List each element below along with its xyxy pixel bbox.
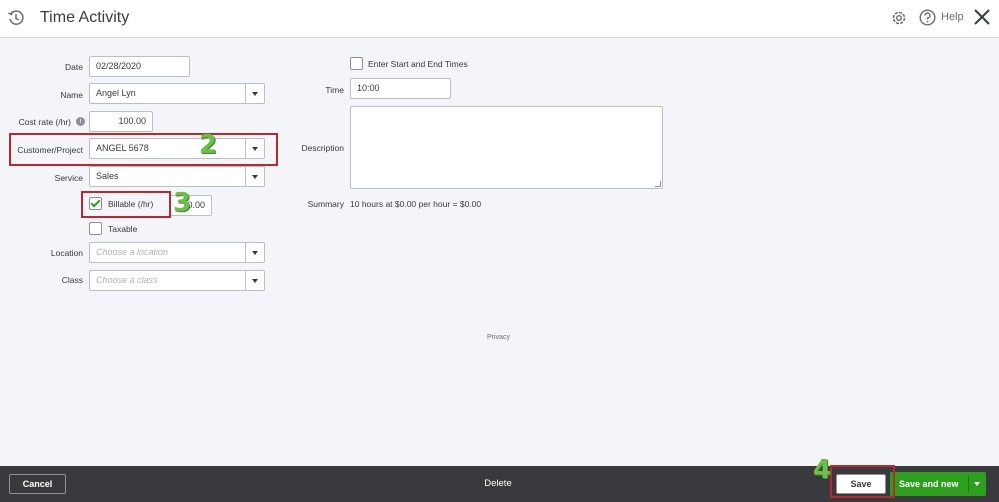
description-textarea[interactable] (350, 106, 663, 189)
gear-icon[interactable] (890, 9, 908, 27)
chevron-down-icon[interactable] (245, 167, 264, 186)
page-title: Time Activity (40, 9, 130, 26)
start-end-times-label: Enter Start and End Times (368, 59, 468, 69)
location-label: Location (50, 248, 83, 258)
chevron-down-icon[interactable] (245, 271, 264, 290)
class-select[interactable]: Choose a class (89, 270, 265, 291)
time-field[interactable]: 10:00 (350, 78, 451, 99)
description-label: Description (301, 143, 344, 153)
name-label: Name (60, 90, 83, 100)
cost-rate-label: Cost rate (/hr) (18, 117, 71, 127)
name-select[interactable]: Angel Lyn (89, 83, 265, 104)
annotation-step-3: 3 (173, 188, 192, 218)
recent-history-icon[interactable] (7, 9, 25, 27)
service-value: Sales (96, 171, 119, 181)
customer-value: ANGEL 5678 (96, 143, 149, 153)
header: Time Activity Help (0, 0, 999, 38)
cancel-button[interactable]: Cancel (9, 474, 66, 494)
location-placeholder: Choose a location (96, 247, 169, 257)
taxable-checkbox[interactable] (89, 222, 102, 235)
time-label: Time (325, 85, 344, 95)
help-link[interactable]: Help (941, 11, 964, 23)
customer-select[interactable]: ANGEL 5678 (89, 138, 265, 159)
summary-label: Summary (307, 199, 344, 209)
save-and-new-label: Save and new (899, 479, 959, 489)
class-label: Class (61, 275, 83, 285)
summary-value: 10 hours at $0.00 per hour = $0.00 (350, 199, 482, 209)
location-select[interactable]: Choose a location (89, 242, 265, 263)
service-select[interactable]: Sales (89, 166, 265, 187)
chevron-down-icon[interactable] (245, 84, 264, 103)
delete-button[interactable]: Delete (472, 476, 524, 492)
close-icon[interactable] (973, 8, 991, 26)
help-icon[interactable] (919, 9, 936, 26)
class-placeholder: Choose a class (96, 275, 158, 285)
save-and-new-button[interactable]: Save and new (890, 472, 986, 496)
privacy-link[interactable]: Privacy (487, 334, 510, 341)
cost-rate-field[interactable]: 100.00 (89, 111, 153, 132)
billable-label: Billable (/hr) (108, 199, 154, 209)
checkmark-icon (90, 197, 101, 208)
customer-label: Customer/Project (17, 145, 83, 155)
annotation-step-4: 4 (813, 455, 832, 485)
date-label: Date (65, 62, 83, 72)
date-field[interactable]: 02/28/2020 (89, 56, 190, 77)
annotation-box-save (830, 465, 895, 498)
billable-checkbox[interactable] (89, 197, 102, 210)
chevron-down-icon[interactable] (245, 243, 264, 262)
resize-handle-icon[interactable] (655, 181, 661, 187)
chevron-down-icon[interactable] (245, 139, 264, 158)
taxable-label: Taxable (108, 224, 138, 234)
button-divider (968, 476, 969, 492)
info-icon[interactable]: i (76, 117, 85, 126)
chevron-down-icon[interactable] (971, 479, 983, 489)
name-value: Angel Lyn (96, 88, 136, 98)
service-label: Service (54, 173, 83, 183)
annotation-step-2: 2 (199, 130, 218, 160)
start-end-times-checkbox[interactable] (350, 57, 363, 70)
